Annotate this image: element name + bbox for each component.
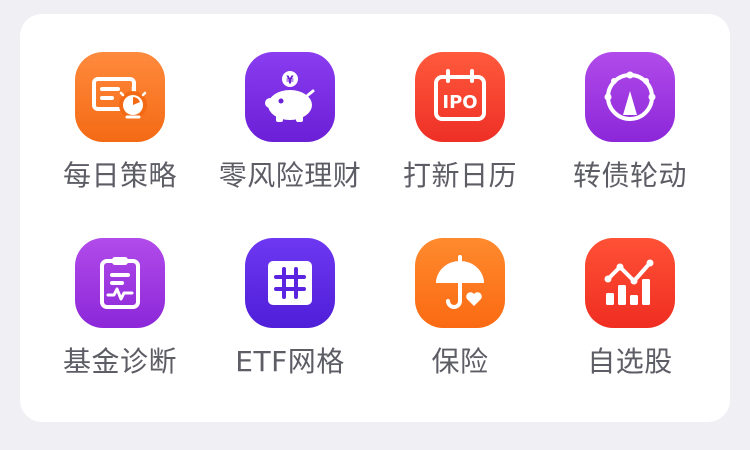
ipo-text: IPO <box>442 92 477 113</box>
yen-symbol: ¥ <box>286 74 294 87</box>
menu-item-label: 基金诊断 <box>62 345 177 378</box>
menu-item-insurance[interactable]: 保险 <box>375 200 545 378</box>
menu-item-daily-strategy[interactable]: 每日策略 <box>35 14 205 192</box>
clipboard-diagnosis-icon <box>75 238 165 328</box>
piggy-bank-icon: ¥ <box>245 52 335 142</box>
rotation-wheel-icon <box>585 52 675 142</box>
menu-item-etf-grid[interactable]: ETF网格 <box>205 200 375 378</box>
feature-grid: 每日策略 ¥ 零风险理财 IPO 打新日历 转债轮动 基金诊断 ETF网格 保险… <box>20 14 730 422</box>
menu-item-label: 转债轮动 <box>572 159 687 192</box>
menu-item-ipo-calendar[interactable]: IPO 打新日历 <box>375 14 545 192</box>
menu-item-label: 保险 <box>431 345 489 378</box>
menu-item-label: 自选股 <box>587 345 673 378</box>
umbrella-heart-icon <box>415 238 505 328</box>
menu-item-watchlist[interactable]: 自选股 <box>545 200 715 378</box>
menu-item-convertible-rotation[interactable]: 转债轮动 <box>545 14 715 192</box>
menu-item-fund-diagnosis[interactable]: 基金诊断 <box>35 200 205 378</box>
menu-item-zero-risk-finance[interactable]: ¥ 零风险理财 <box>205 14 375 192</box>
bar-trend-icon <box>585 238 675 328</box>
grid-icon <box>245 238 335 328</box>
menu-item-label: ETF网格 <box>235 345 345 378</box>
strategy-card-icon <box>75 52 165 142</box>
feature-menu-card: 每日策略 ¥ 零风险理财 IPO 打新日历 转债轮动 基金诊断 ETF网格 保险… <box>20 14 730 422</box>
menu-item-label: 每日策略 <box>62 159 177 192</box>
ipo-calendar-icon: IPO <box>415 52 505 142</box>
menu-item-label: 零风险理财 <box>218 159 362 192</box>
menu-item-label: 打新日历 <box>402 159 517 192</box>
